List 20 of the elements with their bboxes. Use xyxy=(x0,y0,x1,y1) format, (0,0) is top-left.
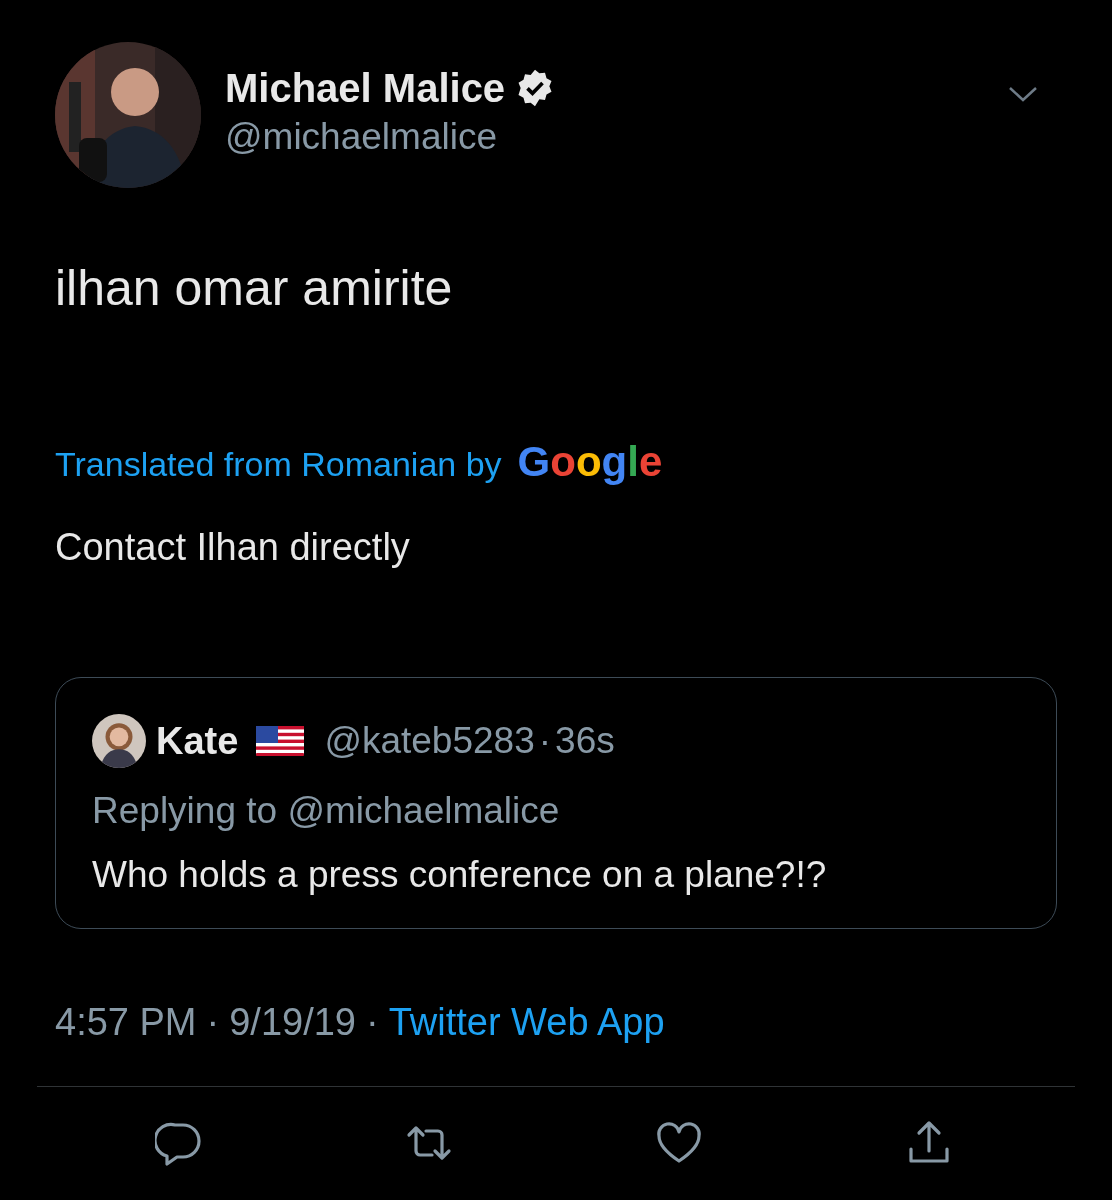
tweet-age: 36s xyxy=(555,720,615,762)
translated-text: Contact Ilhan directly xyxy=(55,526,411,569)
quoted-author-handle: @kateb5283 xyxy=(324,720,535,762)
flag-icon xyxy=(256,726,305,756)
tweet-date: 9/19/19 xyxy=(229,1001,356,1044)
source-link[interactable]: Twitter Web App xyxy=(388,1001,665,1044)
replying-to-text: Replying to @michaelmalice xyxy=(92,790,561,832)
author-handle[interactable]: @michaelmalice xyxy=(225,112,556,162)
separator-dot: · xyxy=(206,1001,220,1044)
quoted-author-name: Kate xyxy=(156,719,239,763)
quoted-tweet-text: Who holds a press conference on a plane?!? xyxy=(92,854,828,896)
author-name[interactable]: Michael Malice xyxy=(225,64,506,112)
chevron-down-icon[interactable] xyxy=(1008,86,1038,102)
quoted-tweet-card[interactable]: Kate @kateb5283·36s Replying to @michaelmalice Who holds a press conference on a plane?!? xyxy=(55,677,1057,929)
tweet-text: ilhan omar amirite xyxy=(55,259,454,318)
translation-link[interactable]: Translated from Romanian by xyxy=(55,445,502,484)
tweet-time: 4:57 PM xyxy=(55,1001,197,1044)
google-logo: Google xyxy=(517,438,663,486)
separator-dot: · xyxy=(538,720,552,762)
separator-dot: · xyxy=(366,1001,379,1044)
